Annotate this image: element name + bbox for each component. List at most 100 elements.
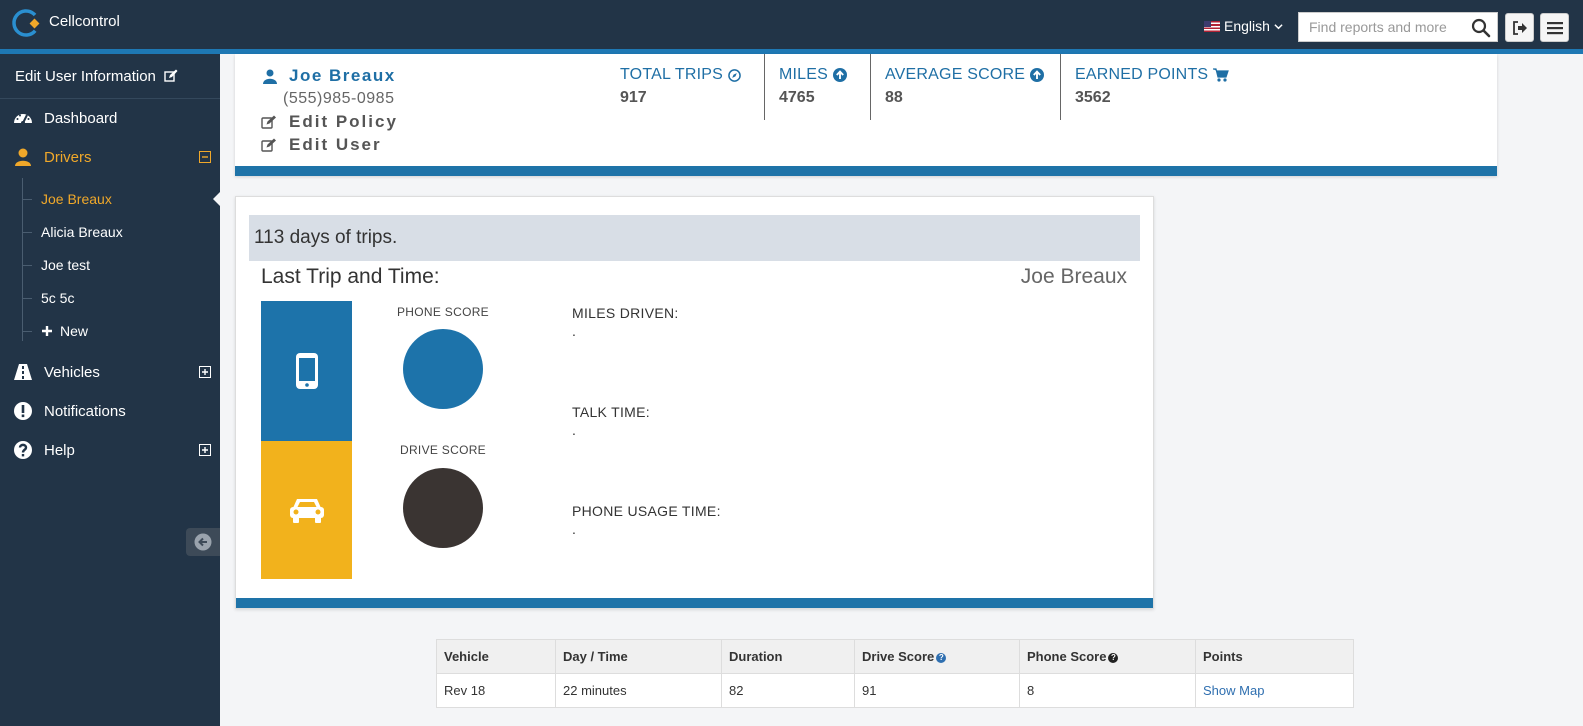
search-box (1298, 12, 1498, 42)
stat-value: 917 (620, 89, 647, 106)
talk-time-value: . (572, 422, 576, 438)
cart-icon (1213, 68, 1230, 82)
stat-title: AVERAGE SCORE (885, 66, 1045, 84)
active-caret (213, 192, 220, 206)
edit-policy-link[interactable]: Edit Policy (261, 112, 398, 132)
compass-icon (728, 68, 741, 82)
search-input[interactable] (1299, 13, 1464, 41)
driver-item-label: Joe Breaux (41, 191, 112, 207)
col-drive-score[interactable]: Drive Score? (854, 639, 1020, 674)
edit-icon (261, 138, 276, 152)
help-icon[interactable]: ? (936, 653, 947, 663)
table-cell: Rev 18 (436, 673, 556, 708)
cellcontrol-logo-icon[interactable] (11, 8, 41, 38)
trips-table: Vehicle Day / Time Duration Drive Score?… (436, 639, 1354, 708)
user-icon (263, 69, 277, 84)
expand-square-icon[interactable] (199, 444, 211, 456)
sidebar-item-dashboard-label: Dashboard (44, 109, 118, 127)
col-points[interactable]: Points (1195, 639, 1354, 674)
phone-usage-time-label: PHONE USAGE TIME: (572, 503, 721, 519)
edit-user-link[interactable]: Edit User (261, 135, 382, 155)
sidebar-item-notifications[interactable]: Notifications (0, 393, 220, 429)
edit-user-label: Edit User (289, 135, 382, 154)
drive-score-circle (403, 468, 483, 548)
sidebar: Edit User Information Dashboard Drivers … (0, 54, 220, 726)
table-cell: 82 (721, 673, 855, 708)
road-icon (14, 364, 32, 380)
phone-usage-time-value: . (572, 521, 576, 537)
chevron-down-icon (1274, 23, 1283, 29)
help-icon[interactable]: ? (1108, 653, 1119, 663)
driver-item-5c-5c[interactable]: 5c 5c (22, 283, 220, 313)
car-icon (289, 499, 324, 523)
us-flag-icon (1204, 20, 1220, 32)
driver-item-label: Joe test (41, 257, 91, 273)
edit-icon (261, 115, 276, 129)
edit-user-information-link[interactable]: Edit User Information (0, 54, 220, 99)
driver-phone: (555)985-0985 (283, 90, 395, 107)
card-accent-bar (235, 166, 1497, 176)
driver-item-alicia-breaux[interactable]: Alicia Breaux (22, 217, 220, 247)
sidebar-item-drivers-label: Drivers (44, 148, 92, 166)
sidebar-item-drivers[interactable]: Drivers (0, 139, 220, 175)
last-trip-card: 113 days of trips. Last Trip and Time: J… (235, 196, 1154, 609)
stat-earned-points[interactable]: EARNED POINTS 3562 (1075, 66, 1230, 107)
sidebar-item-vehicles[interactable]: Vehicles (0, 354, 220, 390)
app-title[interactable]: Cellcontrol (49, 13, 120, 30)
show-map-link[interactable]: Show Map (1203, 683, 1264, 698)
table-cell: 8 (1019, 673, 1196, 708)
top-bar: Cellcontrol English (0, 0, 1583, 49)
language-label: English (1224, 18, 1270, 34)
col-day-time[interactable]: Day / Time (555, 639, 722, 674)
driver-item-label: 5c 5c (41, 290, 75, 306)
driver-item-joe-breaux[interactable]: Joe Breaux (22, 184, 220, 214)
logout-icon (1512, 20, 1527, 35)
trip-driver-name: Joe Breaux (1020, 265, 1127, 288)
search-icon[interactable] (1471, 18, 1491, 38)
driver-profile-card: Joe Breaux (555)985-0985 Edit Policy Edi… (235, 54, 1497, 176)
stat-value: 88 (885, 89, 903, 106)
stat-miles[interactable]: MILES 4765 (779, 66, 848, 107)
edit-icon (164, 69, 178, 82)
phone-score-label: PHONE SCORE (397, 305, 489, 319)
col-phone-score[interactable]: Phone Score? (1019, 639, 1196, 674)
table-cell: 91 (854, 673, 1020, 708)
expand-square-icon[interactable] (199, 366, 211, 378)
dashboard-gauge-icon (14, 114, 32, 125)
sidebar-item-vehicles-label: Vehicles (44, 363, 100, 381)
table-cell: 22 minutes (555, 673, 722, 708)
last-trip-heading: Last Trip and Time: (261, 265, 440, 288)
miles-driven-value: . (572, 323, 576, 339)
sidebar-item-dashboard[interactable]: Dashboard (0, 100, 220, 136)
collapse-sidebar-button[interactable] (186, 528, 220, 556)
logout-button[interactable] (1505, 13, 1534, 42)
add-new-driver-label: New (60, 323, 89, 339)
col-duration[interactable]: Duration (721, 639, 855, 674)
edit-policy-label: Edit Policy (289, 112, 398, 131)
main-menu-button[interactable] (1540, 13, 1569, 42)
language-selector[interactable]: English (1204, 18, 1283, 34)
stat-title: EARNED POINTS (1075, 66, 1230, 84)
table-cell: Show Map (1195, 673, 1354, 708)
stat-average-score[interactable]: AVERAGE SCORE 88 (885, 66, 1045, 107)
stat-title: MILES (779, 66, 848, 84)
drive-score-block (261, 441, 352, 579)
user-icon (15, 148, 31, 166)
driver-item-joe-test[interactable]: Joe test (22, 250, 220, 280)
days-of-trips-banner: 113 days of trips. (249, 215, 1140, 261)
collapse-square-icon[interactable] (199, 151, 211, 163)
drive-score-label: DRIVE SCORE (400, 443, 486, 457)
driver-name-text: Joe Breaux (289, 66, 396, 85)
col-vehicle[interactable]: Vehicle (436, 639, 556, 674)
add-new-driver-link[interactable]: New (22, 316, 220, 346)
table-row: Rev 18 22 minutes 82 91 8 Show Map (436, 673, 1354, 708)
driver-item-label: Alicia Breaux (41, 224, 123, 240)
sidebar-item-help[interactable]: Help (0, 432, 220, 468)
mobile-phone-icon (295, 353, 318, 389)
stat-total-trips[interactable]: TOTAL TRIPS 917 (620, 66, 741, 107)
phone-score-circle (403, 329, 483, 409)
arrow-up-circle-icon (833, 68, 848, 82)
stat-title: TOTAL TRIPS (620, 66, 741, 84)
phone-score-block (261, 301, 352, 441)
stat-value: 3562 (1075, 89, 1111, 106)
